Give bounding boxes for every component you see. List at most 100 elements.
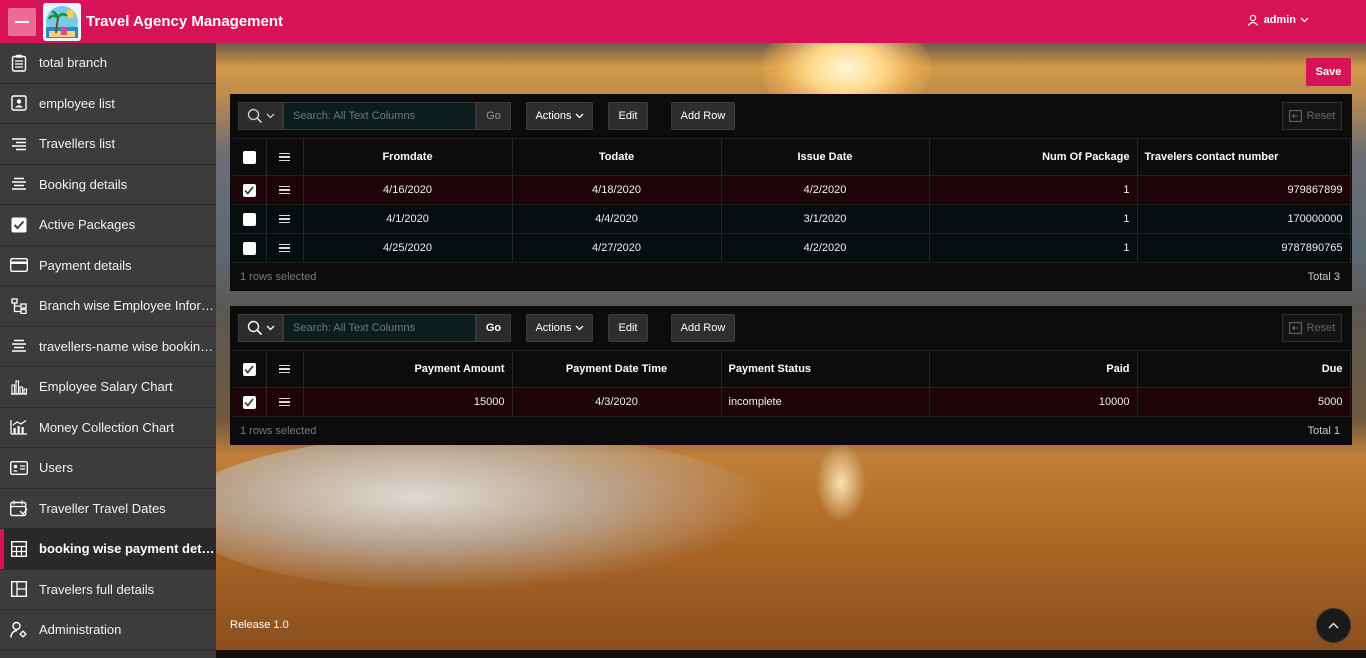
table-cell[interactable]: 4/1/2020 — [303, 204, 513, 234]
user-icon — [1247, 14, 1258, 26]
sidebar-item-administration[interactable]: Administration — [0, 610, 216, 651]
table-cell[interactable]: 1 — [929, 233, 1138, 263]
actions-menu-button[interactable]: Actions — [526, 314, 593, 342]
background-sun-reflection — [816, 443, 866, 523]
column-header[interactable]: Fromdate — [303, 138, 513, 176]
sidebar-item-travellers-list[interactable]: Travellers list — [0, 124, 216, 165]
table-cell[interactable]: 9787890765 — [1137, 233, 1351, 263]
data-grid-table: Payment Amount Payment Date Time Payment… — [233, 350, 1351, 417]
table-cell[interactable]: 170000000 — [1137, 204, 1351, 234]
column-header[interactable]: Travelers contact number — [1137, 138, 1351, 176]
column-header[interactable]: Issue Date — [721, 138, 930, 176]
hamburger-menu-button[interactable] — [8, 7, 36, 36]
sidebar-item-payment-details[interactable]: Payment details — [0, 246, 216, 286]
user-menu[interactable]: admin — [1247, 14, 1314, 26]
select-all-checkbox[interactable] — [233, 350, 267, 388]
table-cell[interactable]: 1 — [929, 204, 1138, 234]
reset-button[interactable]: Reset — [1282, 314, 1342, 342]
sidebar-item-branch-wise-employee[interactable]: Branch wise Employee Informa... — [0, 286, 216, 327]
go-button[interactable]: Go — [476, 314, 511, 342]
search-column-picker[interactable] — [238, 102, 283, 130]
search-input[interactable]: Search: All Text Columns — [283, 314, 476, 342]
sidebar-item-users[interactable]: Users — [0, 448, 216, 489]
header-row: Payment Amount Payment Date Time Payment… — [233, 350, 1351, 388]
table-row[interactable]: 4/25/2020 4/27/2020 4/2/2020 1 978789076… — [233, 233, 1351, 263]
sidebar-item-employee-salary-chart[interactable]: Employee Salary Chart — [0, 367, 216, 408]
edit-button[interactable]: Edit — [608, 314, 648, 342]
sidebar-item-active-packages[interactable]: Active Packages — [0, 205, 216, 246]
column-header[interactable]: Num Of Package — [929, 138, 1138, 176]
sidebar-item-label: Traveller Travel Dates — [39, 500, 166, 516]
app-header: Travel Agency Management admin — [0, 0, 1366, 43]
sidebar-item-booking-wise-payment-details[interactable]: booking wise payment details — [0, 529, 216, 570]
table-cell[interactable]: 4/2/2020 — [721, 175, 930, 205]
sidebar-item-label: Employee Salary Chart — [39, 379, 173, 395]
table-cell[interactable]: 4/27/2020 — [512, 233, 722, 263]
checkbox-icon — [9, 215, 29, 235]
search-input[interactable]: Search: All Text Columns — [283, 102, 476, 130]
credit-card-icon — [9, 255, 29, 275]
scroll-to-top-button[interactable] — [1316, 608, 1351, 643]
table-cell[interactable]: 5000 — [1137, 387, 1351, 417]
user-name: admin — [1263, 14, 1296, 26]
column-header[interactable]: Todate — [512, 138, 722, 176]
sidebar-nav: total branch employee list Travellers li… — [0, 43, 216, 658]
row-actions-icon[interactable] — [266, 233, 304, 263]
row-actions-icon[interactable] — [266, 204, 304, 234]
save-button[interactable]: Save — [1306, 58, 1351, 86]
table-cell[interactable]: 979867899 — [1137, 175, 1351, 205]
table-cell[interactable]: 4/16/2020 — [303, 175, 513, 205]
row-checkbox[interactable] — [233, 204, 267, 234]
sidebar-item-traveller-travel-dates[interactable]: Traveller Travel Dates — [0, 489, 216, 529]
go-button[interactable]: Go — [476, 102, 511, 130]
reset-label: Reset — [1306, 322, 1336, 334]
sidebar-item-travelers-full-details[interactable]: Travelers full details — [0, 570, 216, 610]
column-header[interactable]: Payment Amount — [303, 350, 513, 388]
table-cell[interactable]: 4/18/2020 — [512, 175, 722, 205]
sidebar-item-total-branch[interactable]: total branch — [0, 43, 216, 84]
add-row-button[interactable]: Add Row — [671, 314, 735, 342]
row-checkbox[interactable] — [233, 387, 267, 417]
reset-button[interactable]: Reset — [1282, 102, 1342, 130]
column-header[interactable]: Payment Status — [721, 350, 930, 388]
clipboard-icon — [9, 53, 29, 73]
grid-footer: 1 rows selected Total 1 — [230, 417, 1352, 445]
row-checkbox[interactable] — [233, 233, 267, 263]
row-checkbox[interactable] — [233, 175, 267, 205]
search-column-picker[interactable] — [238, 314, 283, 342]
edit-button[interactable]: Edit — [608, 102, 648, 130]
background-wave — [216, 433, 776, 593]
table-cell[interactable]: 4/3/2020 — [512, 387, 722, 417]
table-row[interactable]: 4/16/2020 4/18/2020 4/2/2020 1 979867899 — [233, 175, 1351, 205]
app-title: Travel Agency Management — [86, 13, 284, 30]
table-cell[interactable]: 1 — [929, 175, 1138, 205]
column-header[interactable]: Payment Date Time — [512, 350, 722, 388]
table-cell[interactable]: 4/4/2020 — [512, 204, 722, 234]
sidebar-item-employee-list[interactable]: employee list — [0, 84, 216, 124]
sidebar-item-travellers-name-booking[interactable]: travellers-name wise booking ... — [0, 327, 216, 367]
table-cell[interactable]: 4/25/2020 — [303, 233, 513, 263]
chevron-up-icon — [1328, 622, 1339, 629]
chevron-down-icon — [575, 325, 583, 331]
table-cell[interactable]: 10000 — [929, 387, 1138, 417]
table-cell[interactable]: incomplete — [721, 387, 930, 417]
table-cell[interactable]: 15000 — [303, 387, 513, 417]
table-cell[interactable]: 3/1/2020 — [721, 204, 930, 234]
add-row-button[interactable]: Add Row — [671, 102, 735, 130]
table-row[interactable]: 4/1/2020 4/4/2020 3/1/2020 1 170000000 — [233, 204, 1351, 234]
actions-menu-button[interactable]: Actions — [526, 102, 593, 130]
total-count: Total 3 — [1307, 271, 1340, 283]
column-header[interactable]: Due — [1137, 350, 1351, 388]
payment-interactive-grid: Search: All Text Columns Go Actions Edit… — [230, 306, 1352, 445]
sidebar-item-booking-details[interactable]: Booking details — [0, 165, 216, 205]
reset-icon — [1288, 322, 1302, 334]
row-actions-icon[interactable] — [266, 387, 304, 417]
table-cell[interactable]: 4/2/2020 — [721, 233, 930, 263]
select-all-checkbox[interactable] — [233, 138, 267, 176]
table-grid-icon — [9, 539, 29, 559]
table-row[interactable]: 15000 4/3/2020 incomplete 10000 5000 — [233, 387, 1351, 417]
row-actions-icon[interactable] — [266, 175, 304, 205]
line-bar-chart-icon — [9, 417, 29, 437]
column-header[interactable]: Paid — [929, 350, 1138, 388]
sidebar-item-money-collection-chart[interactable]: Money Collection Chart — [0, 408, 216, 448]
